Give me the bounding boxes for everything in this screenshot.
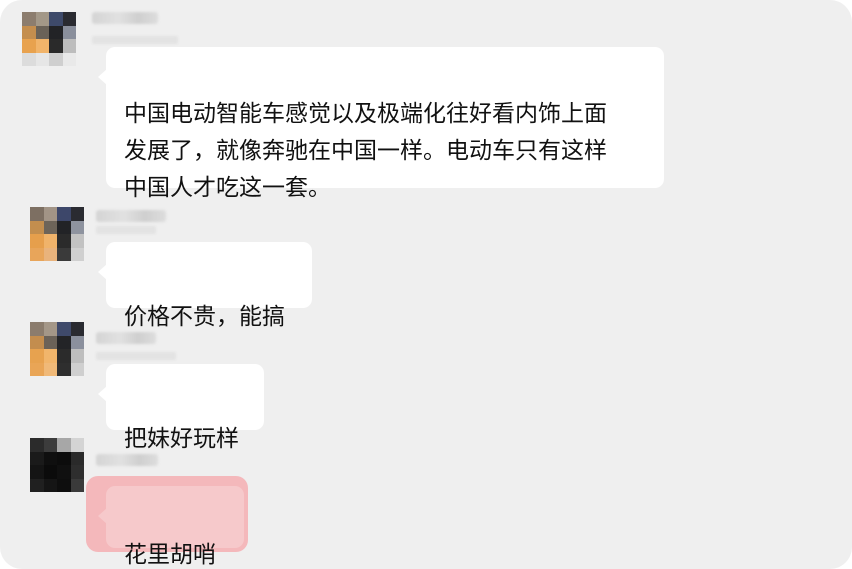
message-text: 把妹好玩样 (124, 426, 239, 452)
message-bubble[interactable]: 把妹好玩样 (98, 364, 264, 452)
message-bubble-highlighted[interactable]: 花里胡哨 (98, 486, 244, 568)
redacted-quote (96, 226, 156, 234)
avatar[interactable] (30, 207, 84, 261)
redacted-quote (96, 352, 176, 360)
message-text: 花里胡哨 (124, 542, 216, 568)
avatar[interactable] (30, 438, 84, 492)
sender-name-redacted (96, 332, 156, 344)
message-bubble[interactable]: 价格不贵，能搞 (98, 242, 312, 330)
chat-panel: 中国电动智能车感觉以及极端化往好看内饰上面 发展了，就像奔驰在中国一样。电动车只… (0, 0, 852, 569)
sender-name-redacted (96, 210, 166, 222)
sender-name-redacted (96, 454, 158, 466)
sender-name-redacted (92, 12, 158, 24)
message-bubble[interactable]: 中国电动智能车感觉以及极端化往好看内饰上面 发展了，就像奔驰在中国一样。电动车只… (98, 47, 664, 201)
avatar[interactable] (30, 322, 84, 376)
message-text: 价格不贵，能搞 (124, 304, 285, 330)
message-text: 中国电动智能车感觉以及极端化往好看内饰上面 发展了，就像奔驰在中国一样。电动车只… (124, 101, 607, 201)
redacted-quote (92, 36, 178, 44)
avatar[interactable] (22, 12, 76, 66)
